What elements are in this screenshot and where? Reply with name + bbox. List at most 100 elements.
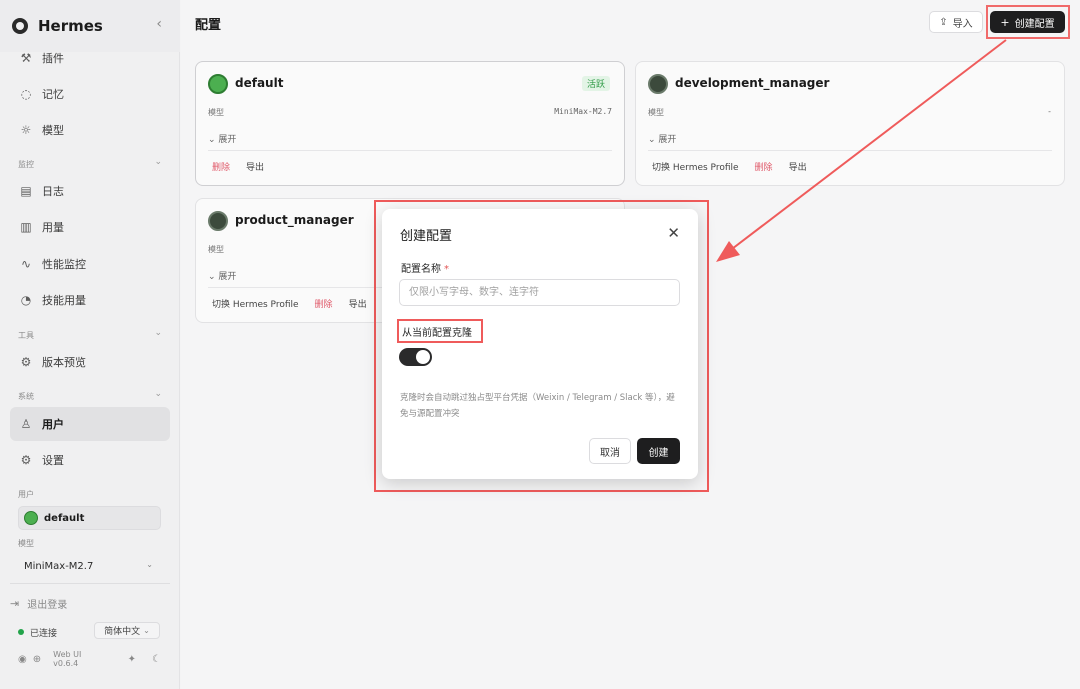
cancel-button[interactable]: 取消 [589,438,631,464]
status-dot-icon [18,629,24,635]
avatar [648,74,668,94]
delete-button[interactable]: 删除 [755,160,773,173]
delete-button[interactable]: 删除 [315,297,333,310]
wrench-icon: ⚒ [20,51,32,65]
sidebar-item-performance[interactable]: ∿ 性能监控 [10,247,170,281]
model-value: - [1047,107,1052,116]
moon-icon[interactable]: ☾ [152,654,161,665]
card-actions: 删除 导出 [212,160,280,173]
delete-button[interactable]: 删除 [212,160,230,173]
version-text: Web UI v0.6.4 [53,650,82,668]
export-button[interactable]: 导出 [246,160,264,173]
sidebar-item-label: 技能用量 [42,294,86,307]
toggle-knob [416,350,430,364]
expand-label: 展开 [218,272,237,282]
sun-icon: ☼ [20,123,32,137]
user-switcher[interactable]: default [18,506,161,530]
profile-card-default[interactable]: default 活跃 模型 MiniMax-M2.7 ⌄ 展开 删除 导出 [195,61,625,186]
sidebar-item-label: 日志 [42,185,64,198]
sidebar-item-label: 记忆 [42,88,64,101]
label-text: 配置名称 [401,264,441,275]
divider [208,150,612,151]
logout-button[interactable]: ⇥ 退出登录 [10,596,67,611]
gear-icon: ⚙ [20,355,32,369]
profile-card-development-manager[interactable]: development_manager 模型 - ⌄ 展开 切换 Hermes … [635,61,1065,186]
sidebar-item-skill-usage[interactable]: ◔ 技能用量 [10,283,170,317]
footer: ◉ ⊕ Web UI v0.6.4 ✦ ☾ [18,650,161,668]
sidebar-item-models[interactable]: ☼ 模型 [10,113,170,147]
language-value: 简体中文 [104,627,141,637]
switch-profile-button[interactable]: 切换 Hermes Profile [212,297,299,310]
expand-label: 展开 [658,135,677,145]
sidebar: Hermes ‹ ⚒ 插件 ◌ 记忆 ☼ 模型 监控 ⌄ ▤ 日志 ▥ 用量 ∿… [0,0,180,689]
profile-name: development_manager [675,76,830,90]
profile-name-input[interactable] [399,279,680,306]
close-icon[interactable]: ✕ [667,224,680,242]
profile-name-label: 配置名称 * [401,260,449,275]
card-actions: 切换 Hermes Profile 删除 导出 [652,160,823,173]
language-select[interactable]: 简体中文 ⌄ [94,622,160,639]
model-label: 模型 [208,245,224,254]
chevron-down-icon: ⌄ [154,157,162,167]
section-tools[interactable]: 工具 ⌄ [18,328,162,341]
dialog-title: 创建配置 [400,229,453,244]
model-value: MiniMax-M2.7 [554,107,612,116]
export-button[interactable]: 导出 [349,297,367,310]
app-title: Hermes [38,17,103,35]
status-badge: 活跃 [581,76,610,91]
file-icon: ▤ [20,184,32,198]
chevron-down-icon: ⌄ [154,389,162,399]
section-label: 系统 [18,392,34,401]
sparkle-icon[interactable]: ✦ [128,654,136,665]
clone-toggle[interactable] [399,348,432,366]
chevron-left-icon[interactable]: ‹ [156,16,162,32]
avatar [24,511,38,525]
sidebar-item-users[interactable]: ♙ 用户 [10,407,170,441]
globe-icon[interactable]: ⊕ [33,654,41,665]
connection-status: 已连接 简体中文 ⌄ [18,622,161,640]
create-button[interactable]: 创建 [637,438,680,464]
user-icon: ♙ [20,417,32,431]
current-user-name: default [44,512,85,524]
sidebar-item-version-preview[interactable]: ⚙ 版本预览 [10,345,170,379]
create-profile-dialog: 创建配置 ✕ 配置名称* 从当前配置克隆 克隆时会自动跳过独占型平台凭据（Wei… [382,209,698,479]
avatar [208,211,228,231]
pie-icon: ◔ [20,293,32,307]
profile-name: product_manager [235,213,354,227]
model-label: 模型 [648,108,664,117]
highlight-box [986,5,1070,39]
sidebar-item-label: 设置 [42,454,64,467]
chevron-down-icon: ⌄ [146,560,153,569]
avatar [208,74,228,94]
section-system[interactable]: 系统 ⌄ [18,389,162,402]
github-icon[interactable]: ◉ [18,654,27,665]
expand-toggle[interactable]: ⌄ 展开 [208,132,236,145]
bulb-icon: ◌ [20,87,32,101]
clone-label: 从当前配置克隆 [402,328,472,339]
import-button[interactable]: ⇪ 导入 [929,11,983,33]
sidebar-item-label: 模型 [42,124,64,137]
expand-toggle[interactable]: ⌄ 展开 [648,132,676,145]
sidebar-item-label: 插件 [42,52,64,65]
export-button[interactable]: 导出 [789,160,807,173]
section-monitor[interactable]: 监控 ⌄ [18,157,162,170]
settings-icon: ⚙ [20,453,32,467]
sidebar-item-settings[interactable]: ⚙ 设置 [10,443,170,477]
user-section-label: 用户 [18,490,34,499]
import-label: 导入 [952,18,973,30]
sidebar-item-usage[interactable]: ▥ 用量 [10,210,170,244]
logout-label: 退出登录 [27,600,68,611]
sidebar-item-logs[interactable]: ▤ 日志 [10,174,170,208]
sidebar-item-label: 版本预览 [42,356,86,369]
switch-profile-button[interactable]: 切换 Hermes Profile [652,160,739,173]
section-label: 监控 [18,160,34,169]
clone-hint: 克隆时会自动跳过独占型平台凭据（Weixin / Telegram / Slac… [400,393,675,419]
sidebar-item-plugins[interactable]: ⚒ 插件 [10,41,170,75]
expand-label: 展开 [218,135,237,145]
sidebar-item-label: 性能监控 [42,258,86,271]
status-text: 已连接 [30,628,58,639]
model-select[interactable]: MiniMax-M2.7 ⌄ [18,555,161,577]
sidebar-item-memory[interactable]: ◌ 记忆 [10,77,170,111]
expand-toggle[interactable]: ⌄ 展开 [208,269,236,282]
pulse-icon: ∿ [20,257,32,271]
